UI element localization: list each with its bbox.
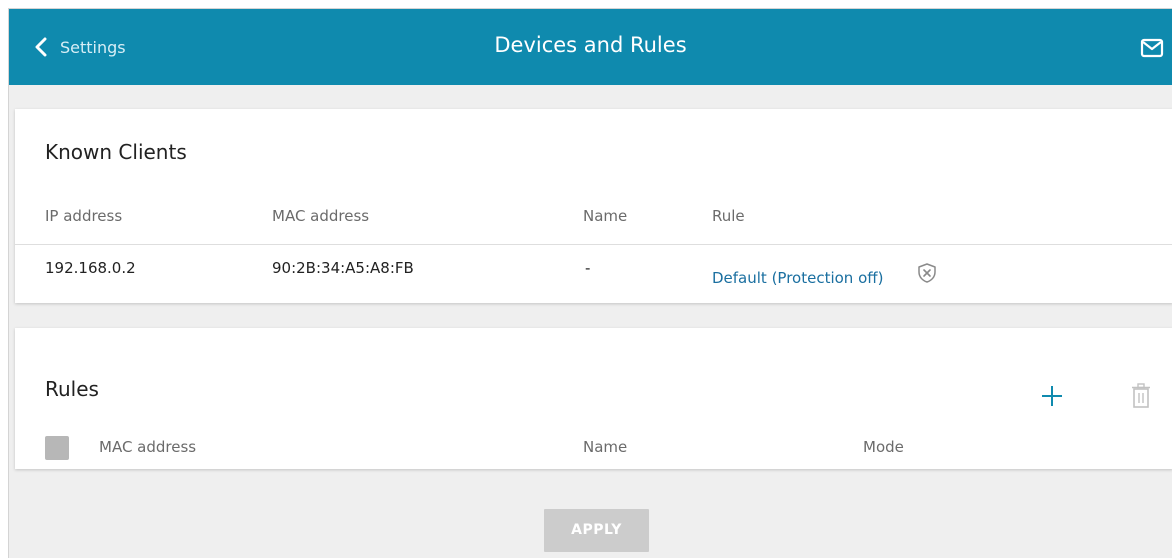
- column-mac-address: MAC address: [272, 207, 370, 225]
- select-all-checkbox[interactable]: [45, 436, 69, 460]
- column-ip-address: IP address: [45, 207, 123, 225]
- trash-icon: [1131, 383, 1151, 413]
- shield-off-icon: [916, 262, 938, 284]
- apply-button[interactable]: APPLY: [544, 509, 649, 552]
- column-rule: Rule: [712, 207, 745, 225]
- column-mode: Mode: [863, 438, 904, 456]
- table-divider: [15, 244, 1172, 245]
- add-rule-button[interactable]: [1040, 384, 1064, 408]
- known-clients-card: Known Clients IP address MAC address Nam…: [15, 109, 1172, 303]
- client-ip: 192.168.0.2: [45, 259, 136, 277]
- app-frame: Settings Devices and Rules Known Clients…: [8, 8, 1172, 558]
- column-name: Name: [583, 438, 628, 456]
- client-name: -: [585, 259, 591, 277]
- notifications-button[interactable]: [1140, 37, 1164, 59]
- envelope-icon: [1140, 37, 1164, 59]
- known-clients-title: Known Clients: [45, 140, 187, 164]
- plus-icon: [1040, 386, 1064, 412]
- rules-title: Rules: [45, 377, 99, 401]
- delete-rule-button[interactable]: [1131, 383, 1151, 409]
- page-title: Devices and Rules: [494, 33, 687, 57]
- rules-card: Rules MAC address Name Mode: [15, 328, 1172, 469]
- top-bar: Settings Devices and Rules: [9, 9, 1172, 85]
- client-rule-link[interactable]: Default (Protection off): [712, 269, 883, 287]
- column-name: Name: [583, 207, 628, 225]
- column-mac-address: MAC address: [99, 438, 197, 456]
- client-mac: 90:2B:34:A5:A8:FB: [272, 259, 414, 277]
